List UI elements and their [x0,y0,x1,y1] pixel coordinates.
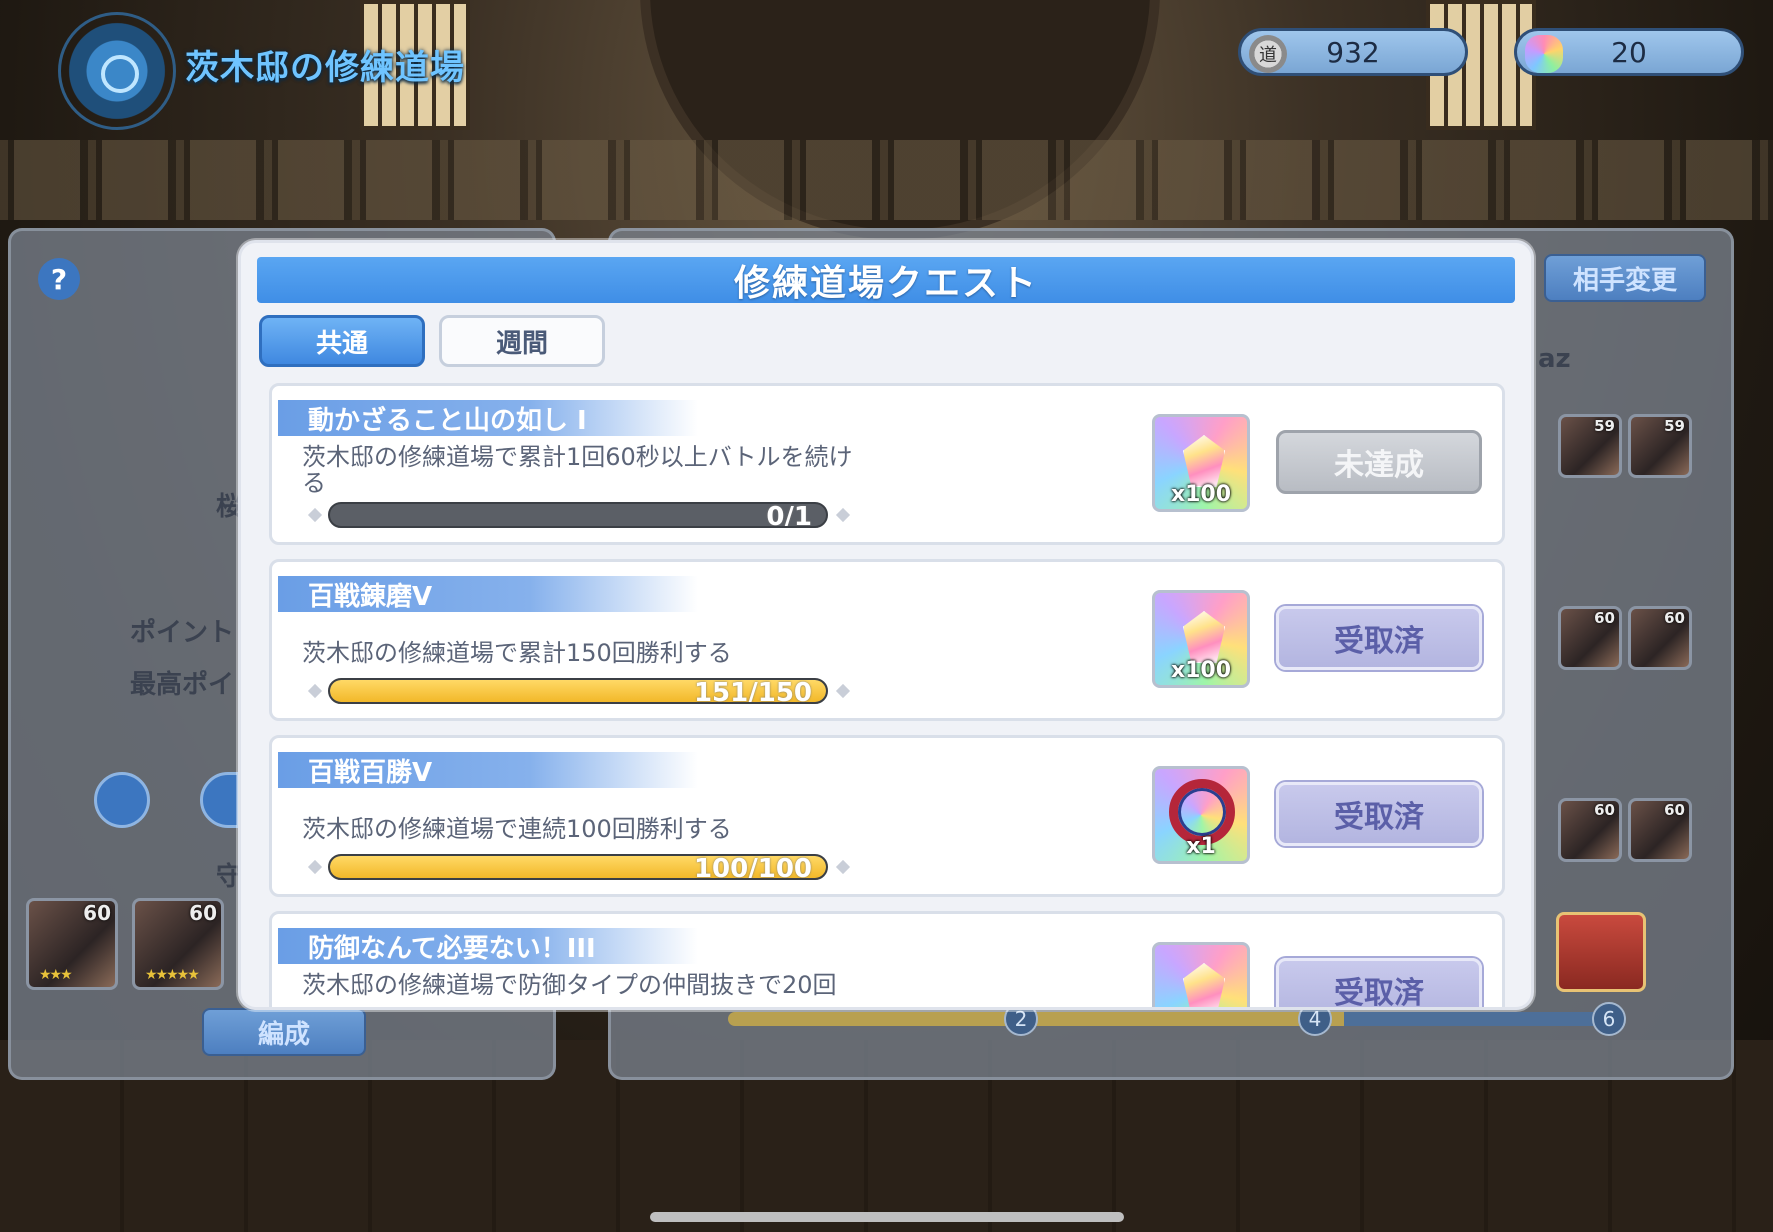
progress-node-6: 6 [1592,1002,1626,1036]
left-team-member-2[interactable]: 60 ★★★★★ [132,898,224,990]
quest-item: 動かざること山の如し I 茨木邸の修練道場で累計1回60秒以上バトルを続ける 0… [269,383,1505,545]
quest-title: 動かざること山の如し I [278,400,698,436]
progress-bar: 100/100 [328,854,828,880]
quest-item: 百戦錬磨V 茨木邸の修練道場で累計150回勝利する 151/150 x100 受… [269,559,1505,721]
coin-icon: 道 [1249,35,1287,73]
opponent-name-partial: az [1538,344,1571,374]
quest-progress: 100/100 [307,854,851,880]
progress-bar: 151/150 [328,678,828,704]
quest-status-button[interactable]: 未達成 [1276,430,1482,494]
opponent-2-member-3[interactable]: 60 [1628,606,1692,670]
quest-title: 百戦百勝V [278,752,698,788]
quest-title: 百戦錬磨V [278,576,698,612]
progress-text: 100/100 [693,854,812,880]
quest-title: 防御なんて必要ない！III [278,928,698,964]
quest-description: 茨木邸の修練道場で累計1回60秒以上バトルを続ける [302,443,853,497]
help-icon[interactable]: ? [38,258,80,300]
reward-count: x1 [1186,834,1216,859]
quest-status-button[interactable]: 受取済 [1276,782,1482,846]
dojo-emblem-icon [58,12,176,130]
opponent-3-member-2[interactable]: 60 [1558,798,1622,862]
gem-icon [1525,35,1563,73]
home-indicator[interactable] [650,1212,1124,1222]
left-team-member-1[interactable]: 60 ★★★ [26,898,118,990]
opponent-3-member-3[interactable]: 60 [1628,798,1692,862]
tab-common[interactable]: 共通 [259,315,425,367]
best-points-label: 最高ポイ [130,670,235,700]
gift-icon[interactable] [94,772,150,828]
quest-modal: 修練道場クエスト 共通 週間 動かざること山の如し I 茨木邸の修練道場で累計1… [238,240,1534,1010]
quest-description: 茨木邸の修練道場で防御タイプの仲間抜きで20回 [302,971,837,999]
formation-button[interactable]: 編成 [202,1008,366,1056]
reward-crystal-icon[interactable] [1152,942,1250,1007]
quest-progress: 0/1 [307,502,851,528]
quest-item: 防御なんて必要ない！III 茨木邸の修練道場で防御タイプの仲間抜きで20回 受取… [269,911,1505,1007]
reward-count: x100 [1170,658,1232,683]
quest-description: 茨木邸の修練道場で連続100回勝利する [302,815,732,843]
tab-weekly[interactable]: 週間 [439,315,605,367]
reward-chest-icon[interactable] [1556,912,1646,992]
quest-list[interactable]: 動かざること山の如し I 茨木邸の修練道場で累計1回60秒以上バトルを続ける 0… [269,383,1505,1007]
coin-value: 932 [1326,35,1380,69]
gem-value: 20 [1611,35,1647,69]
reward-count: x100 [1170,482,1232,507]
progress-text: 151/150 [693,678,812,704]
opponent-2-member-2[interactable]: 60 [1558,606,1622,670]
progress-bar: 0/1 [328,502,828,528]
opponent-1-member-2[interactable]: 59 [1558,414,1622,478]
points-label: ポイント [130,618,235,648]
reward-crystal-icon[interactable]: x100 [1152,590,1250,688]
quest-status-button[interactable]: 受取済 [1276,606,1482,670]
wall-slats [0,140,1773,220]
coin-counter: 道 932 [1238,28,1468,76]
quest-description: 茨木邸の修練道場で累計150回勝利する [302,639,732,667]
progress-text: 0/1 [766,502,812,528]
game-screen: 茨木邸の修練道場 道 932 20 ? 桜 ポイント 最高ポイ 守 60 ★★★… [0,0,1773,1232]
reward-wreath-icon[interactable]: x1 [1152,766,1250,864]
modal-title: 修練道場クエスト [257,257,1515,304]
gem-counter: 20 [1514,28,1744,76]
change-opponent-button[interactable]: 相手変更 [1544,254,1706,302]
page-title: 茨木邸の修練道場 [185,48,465,88]
opponent-1-member-3[interactable]: 59 [1628,414,1692,478]
points-progress-bar [728,1012,1608,1026]
quest-item: 百戦百勝V 茨木邸の修練道場で連続100回勝利する 100/100 x1 受取済 [269,735,1505,897]
reward-crystal-icon[interactable]: x100 [1152,414,1250,512]
quest-status-button[interactable]: 受取済 [1276,958,1482,1007]
quest-progress: 151/150 [307,678,851,704]
